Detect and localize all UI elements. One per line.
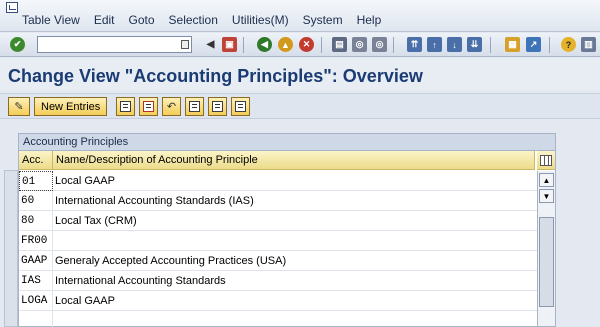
select-block-icon	[212, 101, 223, 112]
copy-as-button[interactable]	[116, 97, 135, 116]
table-row[interactable]: IAS International Accounting Standards	[19, 271, 537, 291]
name-cell[interactable]	[53, 231, 537, 251]
toolbar-separator	[393, 37, 394, 53]
name-cell[interactable]: International Accounting Standards	[53, 271, 537, 291]
table-caption: Accounting Principles	[18, 133, 556, 150]
menu-utilities[interactable]: Utilities(M)	[232, 13, 296, 27]
table-row[interactable]: GAAP Generaly Accepted Accounting Practi…	[19, 251, 537, 271]
acc-cell-empty[interactable]	[19, 311, 53, 327]
acc-cell[interactable]: GAAP	[19, 251, 53, 271]
next-page-icon[interactable]: ↓	[447, 37, 462, 52]
shortcut-icon[interactable]: ↗	[526, 37, 541, 52]
menu-items: Table View Edit Goto Selection Utilities…	[22, 13, 395, 27]
command-input[interactable]	[38, 37, 191, 53]
toolbar-separator	[321, 37, 322, 53]
last-page-icon[interactable]: ⇊	[467, 37, 482, 52]
application-toolbar: ✎ New Entries ↶	[0, 93, 600, 119]
table-row-empty[interactable]	[19, 311, 537, 327]
new-entries-button[interactable]: New Entries	[34, 97, 108, 116]
undo-change-icon: ↶	[166, 101, 177, 113]
save-icon[interactable]: ▣	[222, 37, 237, 52]
prev-page-icon[interactable]: ↑	[427, 37, 442, 52]
vertical-scrollbar[interactable]: ▲ ▼	[537, 171, 555, 326]
cancel-icon[interactable]: ✕	[299, 37, 314, 52]
name-cell[interactable]: Local GAAP	[53, 171, 537, 191]
scroll-down-icon[interactable]: ▼	[539, 189, 554, 203]
exit-icon[interactable]: ▲	[278, 37, 293, 52]
menu-selection[interactable]: Selection	[169, 13, 225, 27]
scroll-up-icon[interactable]: ▲	[539, 173, 554, 187]
find-icon[interactable]: ◎	[352, 37, 367, 52]
page-title: Change View "Accounting Principles": Ove…	[8, 66, 423, 86]
undo-change-button[interactable]: ↶	[162, 97, 181, 116]
table-row[interactable]: 01 Local GAAP	[19, 171, 537, 191]
history-arrow-icon[interactable]: ◀	[203, 37, 218, 52]
menu-help[interactable]: Help	[357, 13, 389, 27]
table-settings-button[interactable]	[537, 151, 555, 170]
print-icon[interactable]: ▤	[332, 37, 347, 52]
standard-toolbar: ✔ ◀ ▣ ◀ ▲ ✕ ▤ ◎ ◎ ⇈ ↑ ↓ ⇊ ▦ ↗ ? ▥	[0, 33, 600, 57]
display-change-button[interactable]: ✎	[8, 97, 30, 116]
acc-cell[interactable]: LOGA	[19, 291, 53, 311]
acc-cell[interactable]: 01	[19, 171, 53, 191]
table-control: Acc. Name/Description of Accounting Prin…	[18, 150, 556, 327]
help-icon[interactable]: ?	[561, 37, 576, 52]
menu-bar: Table View Edit Goto Selection Utilities…	[0, 0, 600, 32]
name-cell-empty[interactable]	[53, 311, 537, 327]
create-session-icon[interactable]: ▦	[505, 37, 520, 52]
column-header-acc[interactable]: Acc.	[19, 151, 53, 170]
content-area: Accounting Principles Acc. Name/Descript…	[0, 120, 600, 327]
acc-cell[interactable]: FR00	[19, 231, 53, 251]
toolbar-separator	[490, 37, 491, 53]
copy-as-icon	[120, 101, 131, 112]
name-cell[interactable]: International Accounting Standards (IAS)	[53, 191, 537, 211]
toolbar-separator	[549, 37, 550, 53]
acc-cell[interactable]: 60	[19, 191, 53, 211]
delete-icon	[143, 101, 154, 112]
select-all-button[interactable]	[185, 97, 204, 116]
find-next-icon[interactable]: ◎	[372, 37, 387, 52]
column-header-name[interactable]: Name/Description of Accounting Principle	[53, 151, 535, 170]
menu-goto[interactable]: Goto	[129, 13, 162, 27]
name-cell[interactable]: Local Tax (CRM)	[53, 211, 537, 231]
table-row[interactable]: 60 International Accounting Standards (I…	[19, 191, 537, 211]
deselect-all-button[interactable]	[231, 97, 250, 116]
command-history-icon[interactable]	[181, 40, 189, 49]
display-change-icon: ✎	[14, 101, 24, 113]
back-icon[interactable]: ◀	[257, 37, 272, 52]
toolbar-separator	[243, 37, 244, 53]
acc-cell[interactable]: 80	[19, 211, 53, 231]
layout-menu-icon[interactable]: ▥	[581, 37, 596, 52]
deselect-all-icon	[235, 101, 246, 112]
name-cell[interactable]: Generaly Accepted Accounting Practices (…	[53, 251, 537, 271]
command-field[interactable]	[37, 36, 192, 53]
table-settings-icon	[540, 154, 552, 166]
name-cell[interactable]: Local GAAP	[53, 291, 537, 311]
select-all-icon	[189, 101, 200, 112]
select-block-button[interactable]	[208, 97, 227, 116]
scrollbar-thumb[interactable]	[539, 217, 554, 307]
enter-icon[interactable]: ✔	[10, 37, 25, 52]
menu-system[interactable]: System	[303, 13, 350, 27]
table-row[interactable]: FR00	[19, 231, 537, 251]
table-row[interactable]: 80 Local Tax (CRM)	[19, 211, 537, 231]
menu-table-view[interactable]: Table View	[22, 13, 87, 27]
acc-cell[interactable]: IAS	[19, 271, 53, 291]
row-selector-column[interactable]	[4, 170, 18, 327]
menu-edit[interactable]: Edit	[94, 13, 122, 27]
table-row[interactable]: LOGA Local GAAP	[19, 291, 537, 311]
system-menu-icon[interactable]	[6, 2, 18, 13]
first-page-icon[interactable]: ⇈	[407, 37, 422, 52]
delete-button[interactable]	[139, 97, 158, 116]
